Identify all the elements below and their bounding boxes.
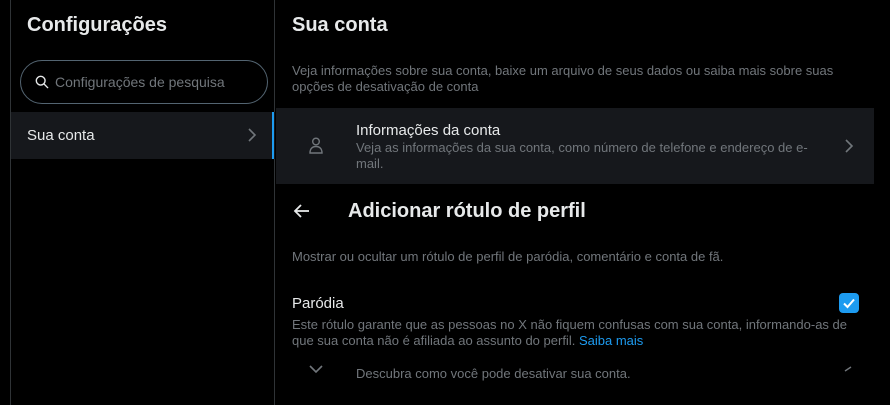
account-info-subtitle: Veja as informações da sua conta, como n… xyxy=(356,140,808,171)
account-info-title: Informações da conta xyxy=(356,122,501,139)
back-arrow-icon[interactable] xyxy=(292,201,312,221)
chevron-down-icon xyxy=(309,365,323,374)
chevron-right-icon xyxy=(845,139,854,153)
account-pane: Sua conta Veja informações sobre sua con… xyxy=(276,0,890,405)
learn-more-link[interactable]: Saiba mais xyxy=(579,333,643,348)
page-description: Veja informações sobre sua conta, baixe … xyxy=(292,63,834,94)
chevron-right-icon xyxy=(248,128,257,142)
sidebar-item-label: Sua conta xyxy=(27,127,95,144)
sidebar-item-sua-conta[interactable]: Sua conta xyxy=(11,112,275,159)
checkmark-icon xyxy=(843,298,855,309)
search-placeholder: Configurações de pesquisa xyxy=(55,74,225,90)
deactivate-row-peek: Descubra como você pode desativar sua co… xyxy=(276,358,874,405)
person-icon xyxy=(309,137,323,154)
search-icon xyxy=(35,75,49,89)
sidebar-title: Configurações xyxy=(27,14,168,36)
profile-label-dialog: Adicionar rótulo de perfil Mostrar ou oc… xyxy=(276,184,874,405)
active-indicator xyxy=(272,112,274,159)
dialog-title: Adicionar rótulo de perfil xyxy=(348,200,586,222)
dialog-description: Mostrar ou ocultar um rótulo de perfil d… xyxy=(292,249,724,264)
settings-sidebar: Configurações Configurações de pesquisa … xyxy=(10,0,275,405)
account-info-row[interactable]: Informações da conta Veja as informações… xyxy=(276,108,874,184)
page-title: Sua conta xyxy=(292,14,388,36)
parody-checkbox[interactable] xyxy=(839,293,859,313)
chevron-right-icon xyxy=(844,366,852,372)
parody-option-description: Este rótulo garante que as pessoas no X … xyxy=(292,317,852,349)
parody-option-label: Paródia xyxy=(292,295,344,312)
settings-search-input[interactable]: Configurações de pesquisa xyxy=(20,60,268,104)
deactivate-row-subtitle: Descubra como você pode desativar sua co… xyxy=(356,366,631,381)
parody-description-text: Este rótulo garante que as pessoas no X … xyxy=(292,317,848,348)
